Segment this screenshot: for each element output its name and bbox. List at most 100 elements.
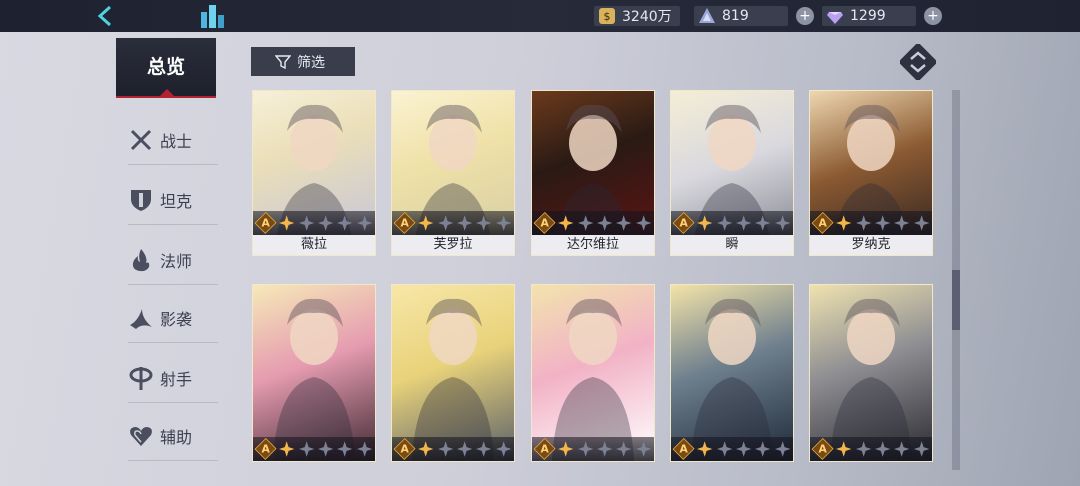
rank-letter: A: [818, 442, 827, 456]
crystal-counter: 819 +: [694, 6, 814, 26]
heart-icon: [130, 426, 152, 446]
hero-name: 罗纳克: [810, 235, 932, 255]
tab-tank[interactable]: 坦克: [128, 175, 218, 225]
star-empty-icon: [356, 215, 373, 231]
rank-letter: A: [400, 216, 409, 230]
star-filled-icon: [697, 441, 713, 457]
star-filled-icon: [418, 441, 434, 457]
hero-portrait: [253, 285, 375, 461]
city-base-icon[interactable]: [198, 2, 226, 30]
star-empty-icon: [774, 215, 791, 231]
star-empty-icon: [596, 441, 613, 457]
star-empty-icon: [755, 441, 771, 457]
rank-bar: A: [671, 437, 793, 461]
star-empty-icon: [317, 441, 334, 457]
coin-icon: $: [599, 8, 615, 24]
star-empty-icon: [476, 441, 492, 457]
gold-counter: $ 3240万: [594, 6, 680, 26]
star-filled-icon: [279, 215, 295, 231]
hero-portrait: [810, 285, 932, 461]
scrollbar-thumb[interactable]: [952, 270, 960, 330]
star-empty-icon: [456, 441, 473, 457]
tab-marksman[interactable]: 射手: [128, 353, 218, 403]
hero-silhouette: [552, 298, 634, 461]
rank-badge: A: [393, 211, 416, 235]
star-filled-icon: [279, 441, 295, 457]
hero-card[interactable]: A 罗纳克: [809, 90, 933, 256]
hero-silhouette: [273, 298, 355, 461]
rank-letter: A: [400, 442, 409, 456]
rank-letter: A: [818, 216, 827, 230]
rank-bar: A: [253, 211, 375, 235]
tab-overview[interactable]: 总览: [116, 38, 216, 98]
tab-support[interactable]: 辅助: [128, 411, 218, 461]
tab-warrior-label: 战士: [160, 131, 193, 151]
hero-name: 薇拉: [253, 235, 375, 255]
filter-label: 筛选: [297, 54, 325, 71]
star-empty-icon: [735, 441, 752, 457]
star-empty-icon: [577, 441, 593, 457]
refresh-icon[interactable]: [900, 44, 936, 80]
hero-card[interactable]: A 芙罗拉: [391, 90, 515, 256]
tab-tank-label: 坦克: [160, 191, 193, 211]
funnel-icon: [275, 54, 291, 69]
star-empty-icon: [874, 441, 891, 457]
tab-mage[interactable]: 法师: [128, 235, 218, 285]
rank-badge: A: [533, 437, 556, 461]
hero-silhouette: [412, 298, 494, 461]
crosshair-icon: [129, 366, 153, 390]
hero-card[interactable]: A: [670, 284, 794, 462]
filter-button[interactable]: 筛选: [251, 47, 355, 76]
hero-silhouette: [830, 298, 912, 461]
star-empty-icon: [855, 441, 871, 457]
rank-letter: A: [679, 216, 688, 230]
tab-overview-label: 总览: [146, 56, 185, 78]
star-empty-icon: [894, 215, 910, 231]
hero-card[interactable]: A瞬: [670, 90, 794, 256]
svg-text:$: $: [604, 10, 611, 23]
gem-counter: 1299 +: [822, 6, 942, 26]
star-empty-icon: [716, 215, 732, 231]
star-empty-icon: [298, 441, 314, 457]
star-empty-icon: [356, 441, 373, 457]
star-empty-icon: [735, 215, 752, 231]
add-gem-button[interactable]: +: [924, 7, 942, 25]
hero-card[interactable]: A: [809, 284, 933, 462]
rank-badge: A: [254, 437, 277, 461]
rank-letter: A: [679, 442, 688, 456]
hero-card[interactable]: A: [531, 284, 655, 462]
gold-amount: 3240万: [622, 9, 672, 25]
rank-bar: A: [253, 437, 375, 461]
rank-letter: A: [261, 216, 270, 230]
rank-badge: A: [254, 211, 277, 235]
star-empty-icon: [913, 441, 930, 457]
star-empty-icon: [616, 215, 632, 231]
add-crystal-button[interactable]: +: [796, 7, 814, 25]
star-empty-icon: [437, 215, 453, 231]
star-empty-icon: [495, 215, 512, 231]
hero-card[interactable]: A: [391, 284, 515, 462]
hero-name: 达尔维拉: [532, 235, 654, 255]
star-filled-icon: [558, 441, 574, 457]
hero-card[interactable]: A 达尔维拉: [531, 90, 655, 256]
star-empty-icon: [913, 215, 930, 231]
tab-assassin[interactable]: 影袭: [128, 293, 218, 343]
hero-portrait: [671, 285, 793, 461]
star-empty-icon: [456, 215, 473, 231]
star-empty-icon: [596, 215, 613, 231]
hero-card[interactable]: A 薇拉: [252, 90, 376, 256]
hero-card[interactable]: A: [252, 284, 376, 462]
rank-letter: A: [540, 442, 549, 456]
star-filled-icon: [836, 215, 852, 231]
star-empty-icon: [855, 215, 871, 231]
rank-letter: A: [261, 442, 270, 456]
rank-badge: A: [393, 437, 416, 461]
back-icon[interactable]: [92, 3, 118, 29]
hero-portrait: [532, 285, 654, 461]
gem-amount: 1299: [850, 8, 886, 24]
tab-warrior[interactable]: 战士: [128, 115, 218, 165]
top-bar: $ 3240万 819 + 1299 +: [0, 0, 1080, 32]
diamond-icon: [827, 12, 843, 24]
star-filled-icon: [558, 215, 574, 231]
rank-letter: A: [540, 216, 549, 230]
